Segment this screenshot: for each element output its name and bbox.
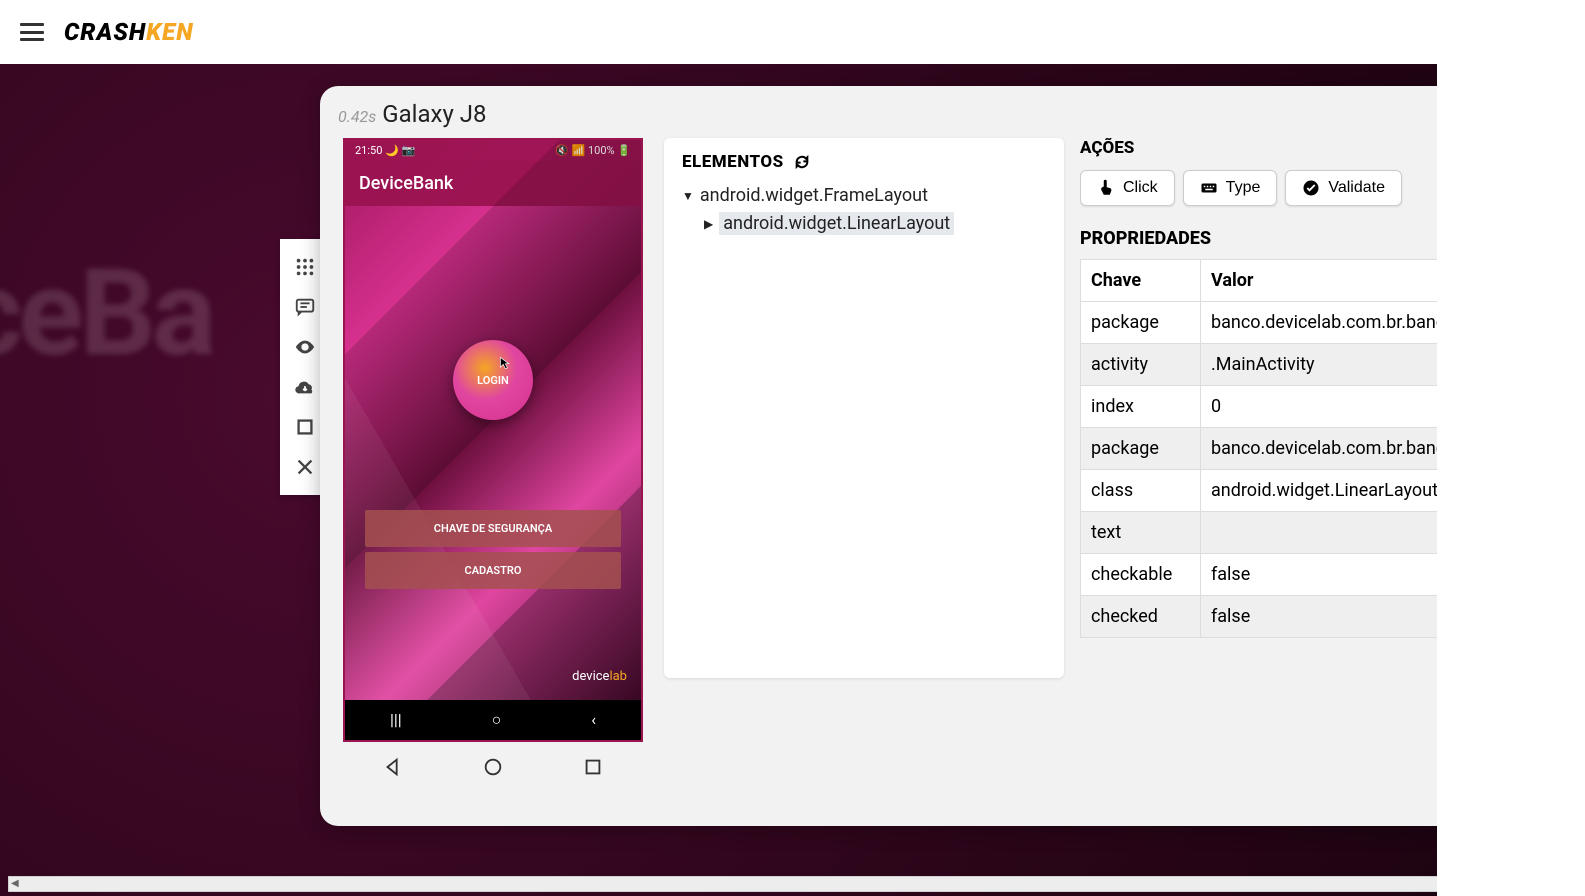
table-row: checkedfalse [1081,596,1496,638]
page-right-padding [1437,0,1585,896]
status-left: 21:50 🌙 📷 [355,144,415,157]
table-row: index0 [1081,386,1496,428]
caret-right-icon[interactable]: ▶ [704,217,713,231]
elements-panel: ELEMENTOS ▼ android.widget.FrameLayout ▶… [664,138,1064,678]
soft-nav [343,742,643,780]
nav-back[interactable]: ‹ [591,710,596,730]
touch-icon [1097,179,1115,197]
device-column: 21:50 🌙 📷 🔇 📶 100% 🔋 DeviceBank LOGIN CH… [338,138,648,778]
register-button[interactable]: CADASTRO [365,552,621,589]
tree-root-label: android.widget.FrameLayout [700,185,928,206]
tree-child[interactable]: ▶ android.widget.LinearLayout [704,209,1046,238]
recents-square-icon[interactable] [582,756,604,778]
properties-title: PROPRIEDADES [1080,228,1496,249]
keyboard-icon [1200,179,1218,197]
menu-icon[interactable] [20,23,44,41]
type-action-button[interactable]: Type [1183,170,1278,206]
main-panel: 0.42s Galaxy J8 21:50 🌙 📷 🔇 📶 100% 🔋 Dev… [320,86,1520,826]
back-triangle-icon[interactable] [382,756,404,778]
actions-title: AÇÕES [1080,138,1496,158]
validate-label: Validate [1328,179,1385,197]
table-row: activity.MainActivity [1081,344,1496,386]
device-screen[interactable]: 21:50 🌙 📷 🔇 📶 100% 🔋 DeviceBank LOGIN CH… [345,140,641,700]
app-header: CRASHKEN [0,0,1585,64]
home-circle-icon[interactable] [482,756,504,778]
elements-title: ELEMENTOS [682,152,784,172]
login-button[interactable]: LOGIN [453,340,533,420]
brand-logo: CRASHKEN [64,18,194,46]
horizontal-scrollbar[interactable]: ◀ [8,876,1577,892]
click-label: Click [1123,179,1158,197]
elements-title-row: ELEMENTOS [682,152,1046,172]
tree-root[interactable]: ▼ android.widget.FrameLayout [682,182,1046,209]
table-row: packagebanco.devicelab.com.br.banco [1081,302,1496,344]
device-appbar: DeviceBank [345,161,641,206]
nav-home[interactable]: ○ [492,710,502,730]
caret-down-icon[interactable]: ▼ [682,189,694,203]
table-row: text [1081,512,1496,554]
nav-recents[interactable]: ||| [390,710,402,730]
click-action-button[interactable]: Click [1080,170,1175,206]
table-row: packagebanco.devicelab.com.br.banco [1081,428,1496,470]
device-statusbar: 21:50 🌙 📷 🔇 📶 100% 🔋 [345,140,641,161]
security-key-button[interactable]: CHAVE DE SEGURANÇA [365,510,621,547]
brand-crash: CRASH [64,18,146,46]
check-circle-icon [1302,179,1320,197]
status-right: 🔇 📶 100% 🔋 [555,144,631,157]
work-area: 21:50 🌙 📷 🔇 📶 100% 🔋 DeviceBank LOGIN CH… [338,138,1502,778]
action-buttons: Click Type Validate [1080,170,1496,206]
type-label: Type [1226,179,1261,197]
title-row: 0.42s Galaxy J8 [338,100,1502,128]
tree-selected-label: android.widget.LinearLayout [719,212,954,235]
device-name: Galaxy J8 [382,100,486,128]
element-tree: ▼ android.widget.FrameLayout ▶ android.w… [682,182,1046,238]
scroll-left-arrow-icon[interactable]: ◀ [11,878,19,889]
prop-header-key: Chave [1081,260,1201,302]
table-row: checkablefalse [1081,554,1496,596]
device-frame[interactable]: 21:50 🌙 📷 🔇 📶 100% 🔋 DeviceBank LOGIN CH… [343,138,643,742]
table-row: classandroid.widget.LinearLayout [1081,470,1496,512]
refresh-icon[interactable] [794,154,810,170]
device-navbar: ||| ○ ‹ [345,700,641,740]
latency-value: 0.42s [338,107,376,126]
background-stage: ceBa 0.42s Galaxy J8 21:50 🌙 📷 🔇 📶 100% … [0,64,1585,896]
brand-lab-word: lab [609,669,627,684]
properties-body: packagebanco.devicelab.com.br.banco acti… [1081,302,1496,638]
devicelab-brand: devicelab [572,669,627,684]
brand-ken: KEN [146,18,193,46]
brand-device-word: device [572,669,609,684]
background-blurred-text: ceBa [0,244,212,384]
validate-action-button[interactable]: Validate [1285,170,1402,206]
properties-table: Chave Valor packagebanco.devicelab.com.b… [1080,259,1496,638]
